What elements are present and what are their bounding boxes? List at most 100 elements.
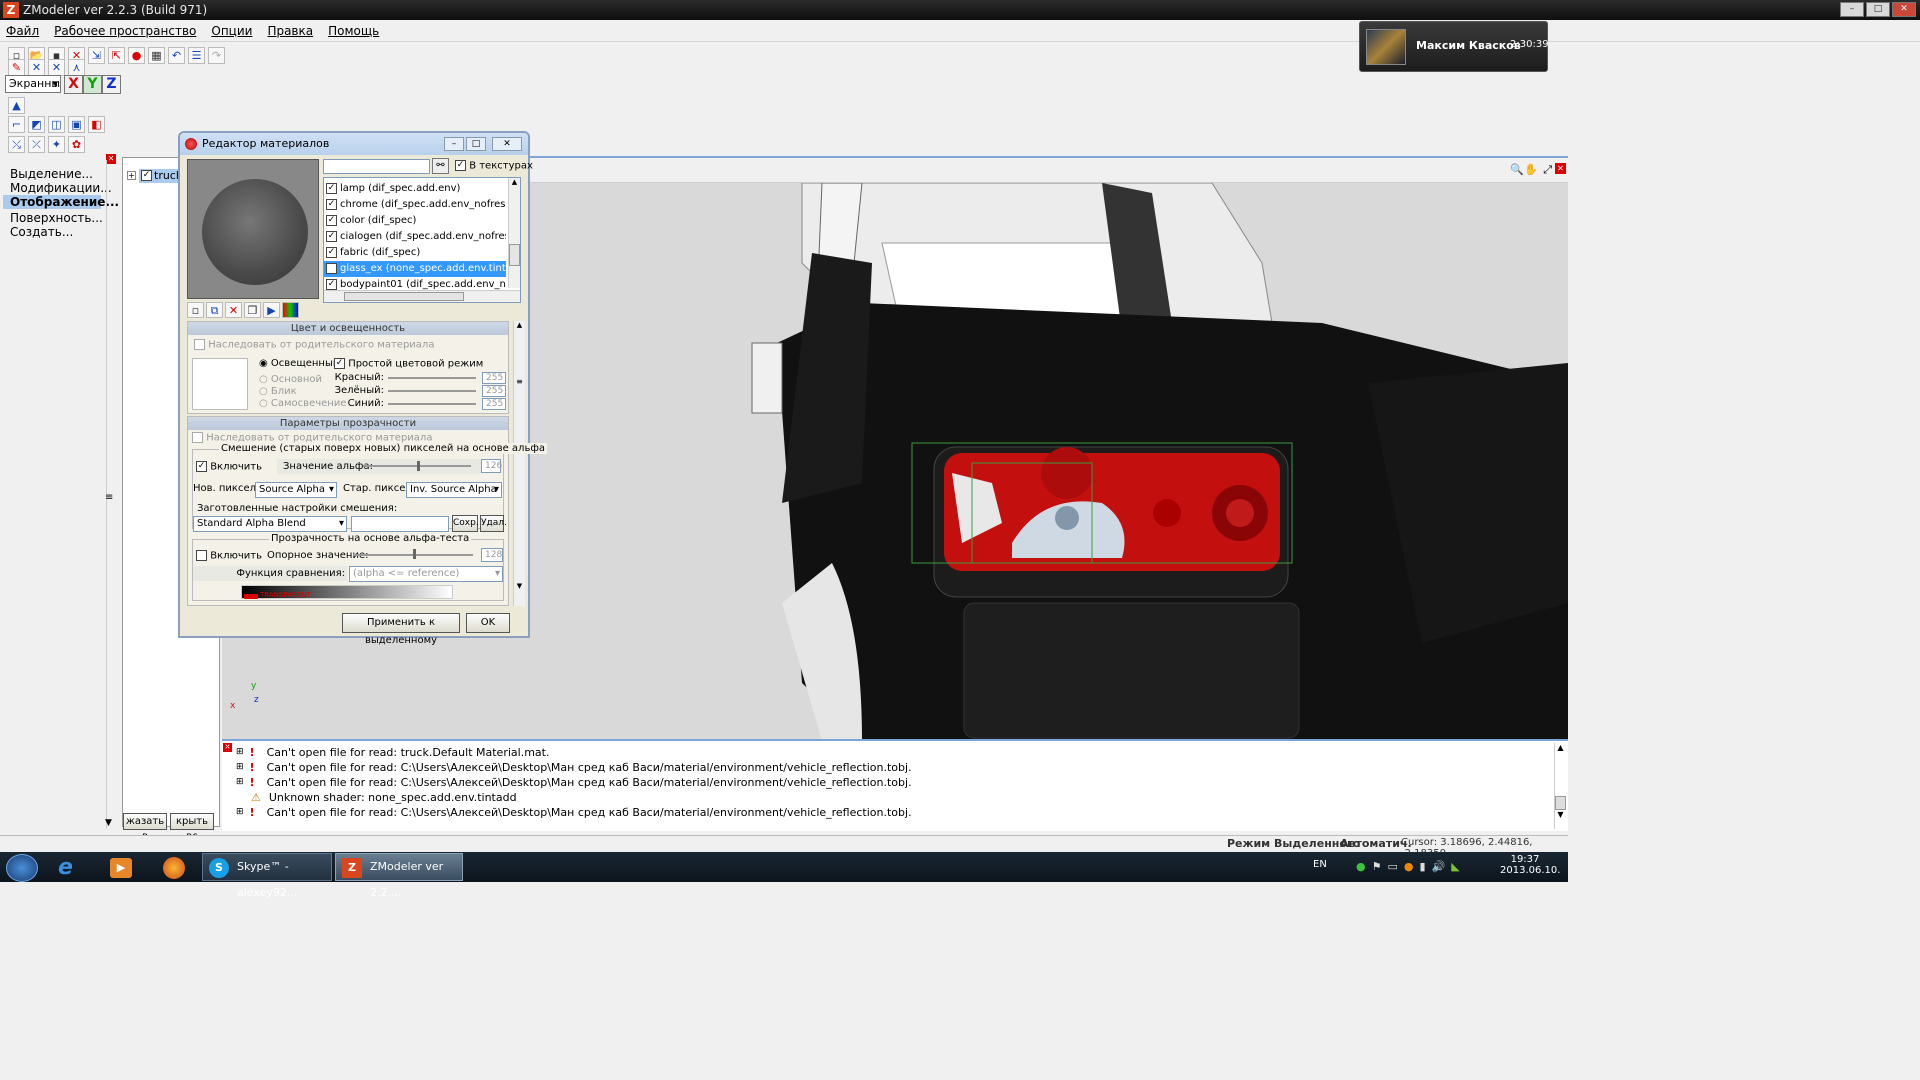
inherit-parent-toggle[interactable]: Наследовать от родительского материала bbox=[194, 339, 434, 351]
undo-icon[interactable]: ↶ bbox=[168, 46, 185, 64]
pan-icon[interactable]: ✋ bbox=[1524, 163, 1538, 176]
in-textures-toggle[interactable]: ✓ В текстурах bbox=[455, 160, 533, 172]
minimize-button[interactable]: – bbox=[1840, 2, 1864, 17]
maximize-view-icon[interactable]: ⤢ bbox=[1543, 163, 1552, 177]
material-list-item[interactable]: ✓ chrome (dif_spec.add.env_nofresnel bbox=[324, 197, 506, 213]
material-visible-checkbox[interactable]: ✓ bbox=[326, 183, 337, 194]
radio-self[interactable]: ○ Самосвечение bbox=[259, 398, 346, 410]
menu-options[interactable]: Опции bbox=[211, 24, 252, 38]
alpha-slider-thumb[interactable] bbox=[417, 461, 420, 471]
material-visible-checkbox[interactable]: ✓ bbox=[326, 247, 337, 258]
color-swatch[interactable] bbox=[192, 358, 248, 410]
material-list-vscroll[interactable]: ▲ bbox=[508, 178, 520, 288]
settings-scrollbar[interactable]: ▲ ≡ ▼ bbox=[513, 321, 525, 606]
battery-icon[interactable]: ▮ bbox=[1420, 860, 1426, 873]
preset-select[interactable]: Standard Alpha Blend ▾ bbox=[193, 516, 347, 532]
delete-preset-button[interactable]: Удал. bbox=[480, 515, 507, 532]
cmd-display[interactable]: Отображение... bbox=[3, 195, 119, 209]
blue-value[interactable]: 255 bbox=[482, 398, 506, 410]
vertex-mode-icon[interactable]: ⌐ bbox=[8, 115, 25, 133]
export-icon[interactable]: ⇱ bbox=[108, 46, 125, 64]
axis-x-button[interactable]: X bbox=[64, 75, 83, 94]
zoom-icon[interactable]: 🔍 bbox=[1510, 163, 1524, 176]
material-editor-dialog[interactable]: Редактор материалов – □ ✕ ▫ ⧉ ✕ ❐ ▶ ⚯ ✓ … bbox=[178, 131, 548, 646]
cmd-surface[interactable]: Поверхность... bbox=[0, 211, 115, 225]
material-list-item[interactable]: ✓ cialogen (dif_spec.add.env_nofresne bbox=[324, 229, 506, 245]
menu-edit[interactable]: Правка bbox=[267, 24, 313, 38]
material-list[interactable]: ✓ lamp (dif_spec.add.env) ✓ chrome (dif_spe… bbox=[323, 177, 521, 303]
cmd-modify[interactable]: Модификации... bbox=[0, 181, 115, 195]
media-player-icon[interactable]: ▶ bbox=[110, 858, 132, 878]
axis-rotate-icon[interactable]: ✕ bbox=[48, 58, 65, 76]
firefox-icon[interactable] bbox=[163, 857, 185, 879]
language-indicator[interactable]: EN bbox=[1313, 859, 1327, 870]
cmd-select[interactable]: Выделение... bbox=[0, 167, 115, 181]
preset-name-input[interactable] bbox=[351, 516, 449, 532]
flag-icon[interactable]: ⚑ bbox=[1372, 860, 1382, 873]
menu-file[interactable]: Файл bbox=[6, 24, 39, 38]
ref-value-field[interactable]: 128 bbox=[481, 548, 503, 562]
log-row[interactable]: ⊞! Can't open file for read: truck.Defaul… bbox=[222, 745, 1552, 760]
dialog-minimize-button[interactable]: – bbox=[444, 137, 464, 151]
expand-icon[interactable]: ⊞ bbox=[236, 745, 244, 760]
dialog-titlebar[interactable]: Редактор материалов – □ ✕ bbox=[180, 133, 528, 155]
poly-mode-icon[interactable]: ◩ bbox=[28, 115, 45, 133]
log-row[interactable]: ⚠ Unknown shader: none_spec.add.env.tinta… bbox=[222, 790, 1552, 805]
log-row[interactable]: ⊞! Can't open file for read: C:\Users\Але… bbox=[222, 805, 1552, 820]
cube-mode-icon[interactable]: ▣ bbox=[68, 115, 85, 133]
ok-button[interactable]: OK bbox=[466, 613, 510, 633]
play-icon[interactable]: ▶ bbox=[263, 302, 280, 318]
old-pixels-select[interactable]: Inv. Source Alpha ▾ bbox=[406, 482, 502, 498]
material-visible-checkbox[interactable]: ✓ bbox=[326, 279, 337, 290]
start-button[interactable] bbox=[6, 854, 38, 882]
expand-icon[interactable]: ⊞ bbox=[236, 805, 244, 820]
cmd-create[interactable]: Создать... bbox=[0, 225, 115, 239]
axis-y-button[interactable]: Y bbox=[83, 75, 102, 94]
skype-notification[interactable]: Максим Квасков 2:30:39 bbox=[1359, 21, 1549, 72]
scroll-down-icon[interactable]: ▼ bbox=[105, 818, 112, 828]
material-list-hscroll[interactable] bbox=[324, 290, 520, 302]
delete-material-icon[interactable]: ✕ bbox=[225, 302, 242, 318]
object-mode-icon[interactable]: ◫ bbox=[48, 115, 65, 133]
properties-icon[interactable]: ☰ bbox=[188, 46, 205, 64]
lit-radio[interactable]: ◉ Освещенный bbox=[259, 358, 339, 369]
tool-3-icon[interactable]: ✦ bbox=[48, 135, 65, 153]
copy-material-icon[interactable]: ⧉ bbox=[206, 302, 223, 318]
cmp-select[interactable]: (alpha <= reference) ▾ bbox=[349, 566, 503, 582]
expand-icon[interactable]: + bbox=[127, 171, 136, 180]
log-panel[interactable]: ✕ ⊞! Can't open file for read: truck.Defa… bbox=[222, 739, 1568, 831]
expand-icon[interactable]: ⊞ bbox=[236, 760, 244, 775]
select-icon[interactable]: ✎ bbox=[8, 58, 25, 76]
blue-slider[interactable] bbox=[388, 403, 476, 405]
clock[interactable]: 19:37 2013.06.10. bbox=[1500, 854, 1560, 876]
menu-workspace[interactable]: Рабочее пространство bbox=[54, 24, 196, 38]
taskbar-skype[interactable]: S Skype™ - alexey92... bbox=[202, 853, 332, 899]
blend-enable-toggle[interactable]: ✓ Включить bbox=[196, 461, 262, 473]
material-visible-checkbox[interactable]: ✓ bbox=[326, 199, 337, 210]
close-view-icon[interactable]: ✕ bbox=[1555, 163, 1566, 174]
radio-base[interactable]: ○ Основной bbox=[259, 374, 346, 386]
duplicate-material-icon[interactable]: ❐ bbox=[244, 302, 261, 318]
render-icon[interactable]: ● bbox=[128, 46, 145, 64]
binoculars-icon[interactable]: ⚯ bbox=[432, 158, 449, 174]
ref-slider-thumb[interactable] bbox=[413, 549, 416, 559]
material-list-item[interactable]: glass_ex (none_spec.add.env.tintadd bbox=[324, 261, 506, 277]
dialog-maximize-button[interactable]: □ bbox=[466, 137, 486, 151]
texture-icon[interactable] bbox=[282, 302, 299, 318]
volume-icon[interactable]: 🔊 bbox=[1432, 860, 1446, 873]
alphatest-enable-toggle[interactable]: Включить bbox=[196, 550, 262, 562]
material-icon[interactable]: ▦ bbox=[148, 46, 165, 64]
log-row[interactable]: ⊞! Can't open file for read: C:\Users\Але… bbox=[222, 760, 1552, 775]
new-material-icon[interactable]: ▫ bbox=[187, 302, 204, 318]
ie-icon[interactable]: e bbox=[58, 855, 73, 880]
log-scrollbar[interactable]: ▲ ▼ bbox=[1554, 743, 1566, 829]
menu-help[interactable]: Помощь bbox=[328, 24, 379, 38]
maximize-button[interactable]: □ bbox=[1866, 2, 1890, 17]
tool-4-icon[interactable]: ✿ bbox=[68, 135, 85, 153]
in-textures-checkbox[interactable]: ✓ bbox=[455, 160, 466, 171]
surface-mode-icon[interactable]: ◧ bbox=[88, 115, 105, 133]
red-value[interactable]: 255 bbox=[482, 372, 506, 384]
tray-app-icon[interactable]: ● bbox=[1404, 860, 1414, 873]
redo-icon[interactable]: ↷ bbox=[208, 46, 225, 64]
dialog-close-button[interactable]: ✕ bbox=[492, 137, 522, 151]
